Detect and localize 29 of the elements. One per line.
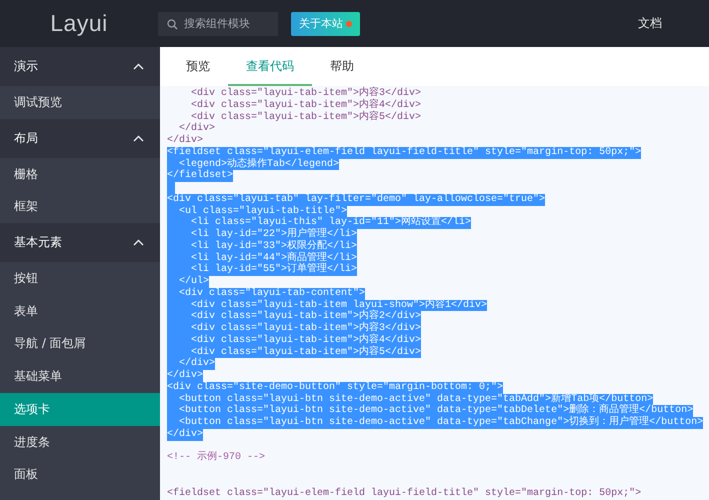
sidebar-item[interactable]: 导航 / 面包屑 — [0, 327, 160, 360]
code-line: <fieldset class="layui-elem-field layui-field-title" style="margin-top: 50px;"> — [167, 488, 642, 500]
code-line: <div class="layui-tab-item">内容4</div> — [190, 100, 422, 111]
sidebar-section-header[interactable]: 演示 — [0, 47, 160, 86]
sidebar-item[interactable]: 进度条 — [0, 426, 160, 458]
logo[interactable]: Layui — [0, 10, 158, 37]
code-line: <div class="layui-tab-item">内容5</div> — [190, 112, 422, 122]
sidebar-item[interactable]: 面板 — [0, 458, 160, 491]
tab[interactable]: 帮助 — [312, 47, 372, 86]
code-comment: <!-- 示例-970 --> — [167, 452, 266, 464]
sidebar-item[interactable]: 调试预览 — [0, 86, 160, 119]
code-line: </div> — [167, 135, 204, 146]
sidebar-section-header[interactable]: 基本元素 — [0, 223, 160, 262]
notification-dot — [346, 20, 352, 26]
docs-link[interactable]: 文档 — [638, 15, 662, 32]
chevron-up-icon — [133, 63, 144, 70]
code-line: <div class="layui-tab-item">内容3</div> — [190, 88, 422, 99]
sidebar-item[interactable]: 表单 — [0, 294, 160, 328]
sidebar-item[interactable]: 选项卡 — [0, 392, 160, 426]
sidebar-item[interactable]: 栅格 — [0, 158, 160, 190]
code-line: </div> — [178, 123, 216, 134]
chevron-up-icon — [133, 239, 144, 246]
tab[interactable]: 预览 — [168, 47, 228, 86]
sidebar-section-header[interactable]: 布局 — [0, 118, 160, 158]
sidebar-item[interactable]: 按钮 — [0, 262, 160, 295]
sidebar-item[interactable]: 基础菜单 — [0, 360, 160, 393]
sidebar-item[interactable]: 框架 — [0, 190, 160, 224]
search-field[interactable]: 搜索组件模块 — [158, 12, 278, 36]
chevron-up-icon — [133, 134, 144, 142]
